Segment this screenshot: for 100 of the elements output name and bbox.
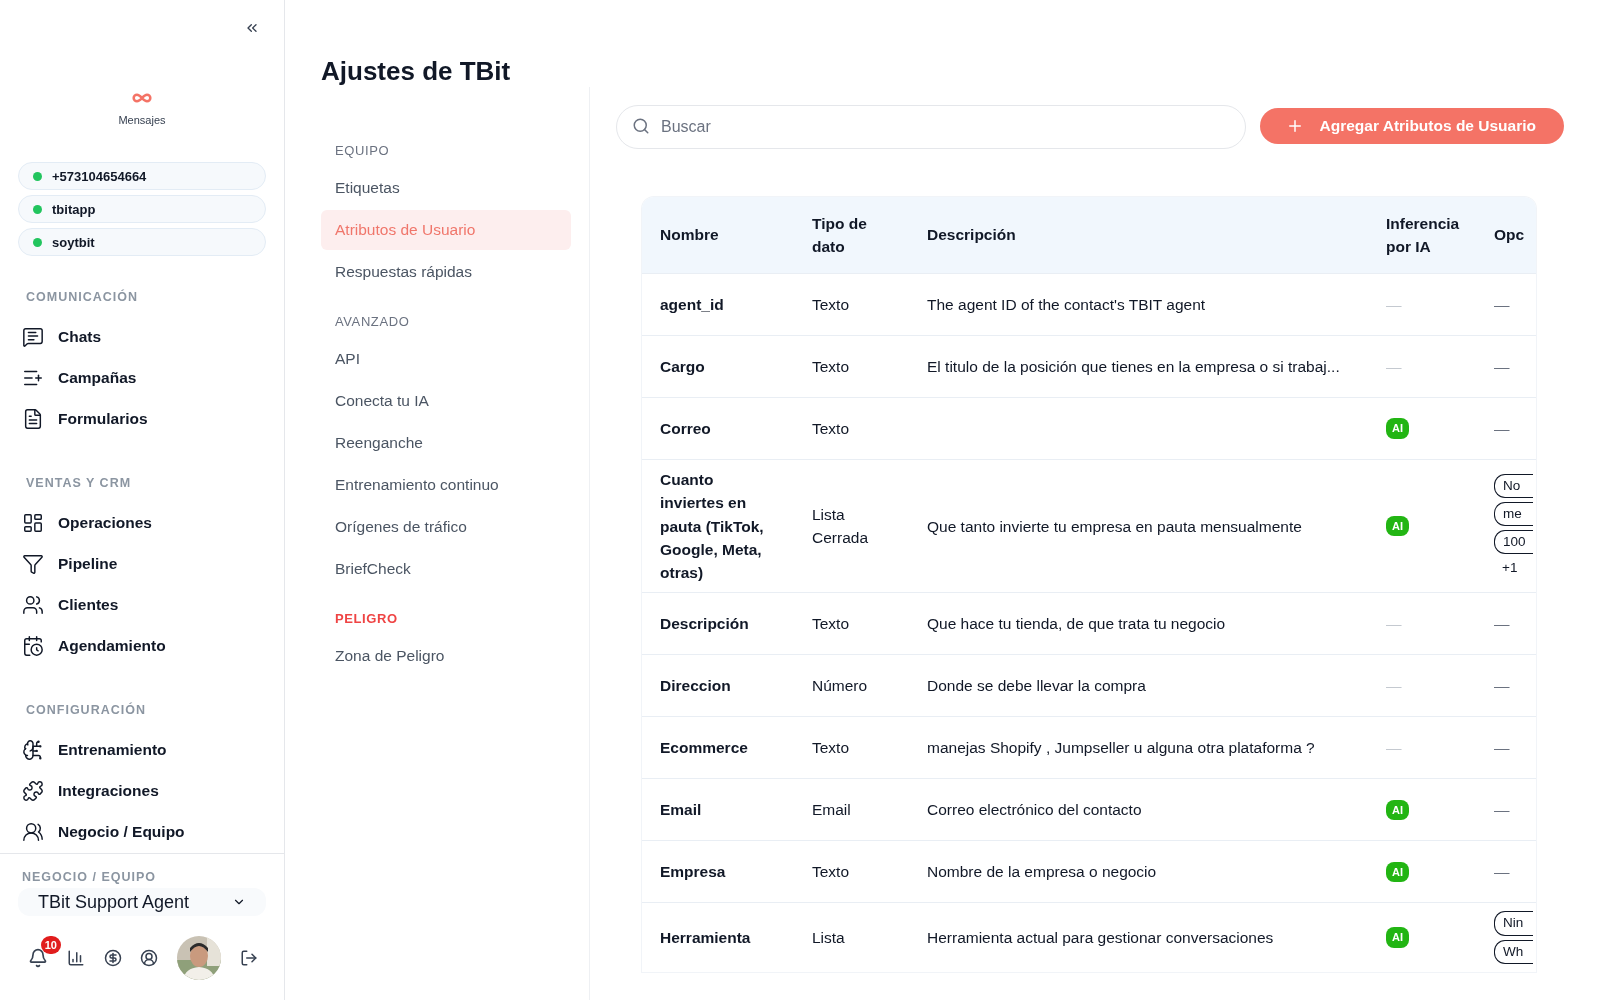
business-select[interactable]: TBit Support Agent	[18, 888, 266, 916]
nav-item[interactable]: Pipeline	[18, 543, 266, 585]
channel-pill[interactable]: soytbit	[18, 228, 266, 256]
user-icon[interactable]	[140, 949, 159, 967]
settings-nav-item[interactable]: API	[321, 339, 571, 379]
table-cell-text: Texto	[812, 418, 850, 439]
nav-item[interactable]: Negocio / Equipo	[18, 811, 266, 853]
bar-chart-icon[interactable]	[66, 949, 85, 967]
empty-dash: —	[1494, 356, 1510, 377]
option-tag: me	[1494, 501, 1533, 527]
table-cell-text: Herramienta	[660, 927, 751, 948]
empty-dash: —	[1386, 614, 1402, 635]
table-cell-text: Empresa	[660, 862, 726, 883]
page-title: Ajustes de TBit	[321, 56, 511, 87]
table-cell-text: Nombre de la empresa o negocio	[927, 862, 1157, 883]
section-title: CONFIGURACIÓN	[26, 703, 147, 718]
empty-dash: —	[1386, 356, 1402, 377]
section-title: VENTAS Y CRM	[26, 475, 133, 490]
column-header: Opc	[1476, 197, 1536, 273]
table-cell-text: Email	[812, 800, 851, 821]
nav-icon	[22, 511, 44, 534]
settings-nav-item[interactable]: Respuestas rápidas	[321, 252, 571, 292]
nav-item[interactable]: Operaciones	[18, 501, 266, 544]
settings-nav-item[interactable]: Etiquetas	[321, 168, 571, 208]
empty-dash: —	[1494, 676, 1510, 697]
nav-icon	[22, 821, 44, 844]
nav-icon	[22, 780, 44, 802]
nav-icon	[22, 408, 44, 431]
table-cell-text: Donde se debe llevar la compra	[927, 676, 1146, 697]
nav-item[interactable]: Campañas	[18, 357, 266, 399]
logout-icon[interactable]	[240, 949, 258, 967]
more-count: +1	[1502, 559, 1518, 578]
table-cell-text: Texto	[812, 356, 850, 377]
settings-section-title: PELIGRO	[335, 611, 399, 626]
table-cell-text: Cargo	[660, 356, 705, 377]
settings-nav-item[interactable]: Conecta tu IA	[321, 381, 571, 421]
table-cell-text: Lista	[812, 927, 845, 948]
column-header: Nombre	[642, 197, 794, 273]
option-tag: Nin	[1494, 911, 1533, 936]
table-cell-text: Cuanto inviertes en pauta (TikTok, Google, Meta, otras)	[660, 470, 765, 583]
business-label: NEGOCIO / EQUIPO	[22, 870, 158, 884]
table-cell-text: Que hace tu tienda, de que trata tu negocio	[927, 614, 1226, 635]
table-cell-text: manejas Shopify , Jumpseller u alguna otra plataforma ?	[927, 738, 1315, 759]
table-cell-text: Direccion	[660, 676, 731, 697]
channel-pill[interactable]: tbitapp	[18, 195, 266, 223]
search-icon	[632, 117, 650, 135]
search-field[interactable]: Buscar	[616, 105, 1246, 149]
nav-icon	[22, 738, 44, 761]
column-header: Tipo de dato	[794, 197, 909, 273]
empty-dash: —	[1494, 738, 1510, 759]
nav-item[interactable]: Integraciones	[18, 770, 266, 812]
channel-pill[interactable]: +573104654664	[18, 162, 266, 190]
empty-dash: —	[1494, 294, 1510, 315]
table-cell-text: Texto	[812, 294, 850, 315]
app-label: Mensajes	[118, 114, 166, 126]
table-cell-text: Texto	[812, 738, 850, 759]
nav-icon	[22, 552, 44, 575]
option-tag: Wh	[1494, 939, 1533, 964]
bell-icon[interactable]	[28, 948, 48, 968]
nav-icon	[22, 635, 44, 658]
table-cell-text: El titulo de la posición que tienes en la empresa o si trabaj...	[927, 356, 1340, 377]
nav-icon	[22, 325, 44, 348]
option-tag: 100	[1494, 530, 1533, 555]
empty-dash: —	[1386, 738, 1402, 759]
table-cell-text: Correo	[660, 418, 711, 439]
ai-badge: AI	[1386, 861, 1409, 882]
table-cell-text: Email	[660, 800, 702, 821]
empty-dash: —	[1494, 800, 1510, 821]
nav-icon	[22, 594, 44, 617]
empty-dash: —	[1386, 294, 1402, 315]
table-cell-text: Número	[812, 676, 868, 697]
settings-nav-item[interactable]: Orígenes de tráfico	[321, 507, 571, 547]
dollar-icon[interactable]	[103, 949, 122, 967]
settings-section-title: EQUIPO	[335, 143, 391, 158]
nav-item[interactable]: Clientes	[18, 584, 266, 626]
option-tag: No	[1494, 473, 1533, 498]
table-cell-text: Que tanto invierte tu empresa en pauta mensualmente	[927, 516, 1302, 537]
nav-item[interactable]: Entrenamiento	[18, 729, 266, 771]
nav-item[interactable]: Chats	[18, 316, 266, 358]
settings-nav-item[interactable]: BriefCheck	[321, 549, 571, 589]
empty-dash: —	[1494, 614, 1510, 635]
table-cell-text: Lista Cerrada	[812, 504, 869, 549]
empty-dash: —	[1494, 418, 1510, 439]
table-cell-text: Texto	[812, 614, 850, 635]
table-cell-text: Herramienta actual para gestionar conversaciones	[927, 927, 1274, 948]
nav-item[interactable]: Agendamiento	[18, 625, 266, 668]
settings-nav-item[interactable]: Reenganche	[321, 423, 571, 463]
table-cell-text: agent_id	[660, 294, 724, 315]
settings-section-title: AVANZADO	[335, 314, 411, 329]
column-header: Descripción	[909, 197, 1368, 273]
section-title: COMUNICACIÓN	[26, 290, 139, 304]
table-cell-text: Correo electrónico del contacto	[927, 800, 1142, 821]
settings-nav-item[interactable]: Zona de Peligro	[321, 636, 571, 676]
ai-badge: AI	[1386, 927, 1409, 948]
table-cell-text: Ecommerce	[660, 738, 748, 759]
settings-nav-item[interactable]: Entrenamiento continuo	[321, 465, 571, 505]
notification-badge: 10	[40, 936, 61, 954]
table-cell-text: The agent ID of the contact's TBIT agent	[927, 294, 1206, 315]
column-header: Inferencia por IA	[1368, 197, 1476, 273]
nav-item[interactable]: Formularios	[18, 398, 266, 440]
